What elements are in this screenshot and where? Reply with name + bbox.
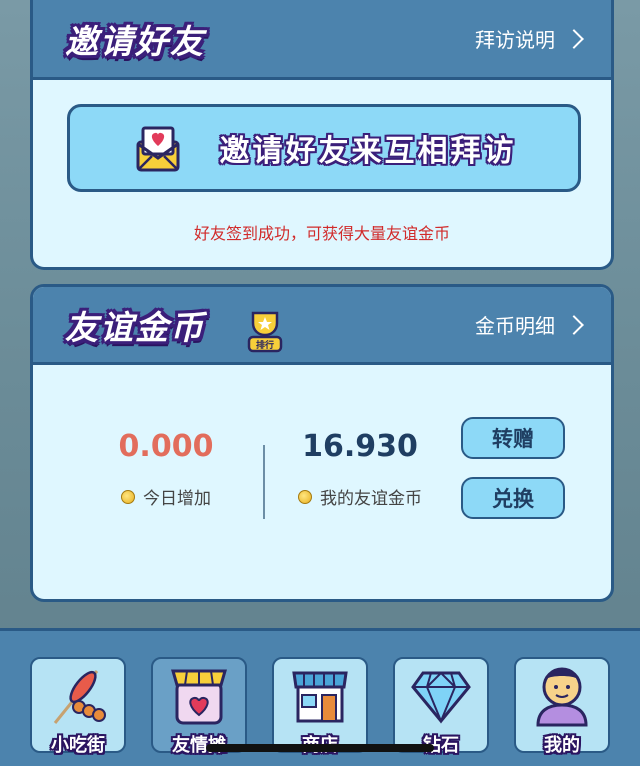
friendship-stall-icon xyxy=(171,669,227,725)
invite-card-header: 邀请好友 拜访说明 xyxy=(33,0,611,80)
food-skewer-icon xyxy=(53,670,106,724)
exchange-button[interactable]: 兑换 xyxy=(461,477,565,519)
stat-divider xyxy=(263,445,265,519)
nav-item-diamond[interactable]: 钻石 xyxy=(393,657,489,756)
home-indicator[interactable] xyxy=(206,744,434,752)
invite-friends-button[interactable]: 邀请好友来互相拜访 xyxy=(67,104,581,192)
my-coins-label: 我的友谊金币 xyxy=(320,489,422,509)
diamond-icon xyxy=(411,671,471,724)
my-coins-label-row: 我的友谊金币 xyxy=(285,484,435,509)
nav-item-friendship-stall[interactable]: 友情摊 xyxy=(151,657,247,756)
envelope-heart-icon xyxy=(136,126,179,172)
ranking-badge-label: 排行 xyxy=(256,339,274,351)
my-coins-value: 16.930 xyxy=(302,429,418,464)
ranking-trophy-icon[interactable]: 排行 xyxy=(245,309,285,353)
coins-card-title: 友谊金币 xyxy=(65,307,205,347)
invite-card: 邀请好友 拜访说明 邀请好友来互相拜访 好友签到成功，可获得大量友谊金币 xyxy=(30,0,614,270)
avatar-icon xyxy=(536,667,588,727)
nav-label-me: 我的 xyxy=(544,735,580,756)
my-coins-stat: 16.930 我的友谊金币 xyxy=(285,429,435,509)
today-increase-label: 今日增加 xyxy=(143,489,211,509)
coin-details-label: 金币明细 xyxy=(475,314,555,338)
visit-instructions-link[interactable]: 拜访说明 xyxy=(475,24,584,53)
coin-icon xyxy=(121,489,135,504)
transfer-button[interactable]: 转赠 xyxy=(461,417,565,459)
friendship-coins-card: 友谊金币 金币明细 排行 0.000 今日增加 16.930 我的友谊金币 转赠… xyxy=(30,284,614,602)
today-increase-value: 0.000 xyxy=(118,429,214,464)
nav-item-me[interactable]: 我的 xyxy=(514,657,610,756)
nav-label-snack-street: 小吃街 xyxy=(51,735,105,756)
nav-item-shop[interactable]: 商店 xyxy=(272,657,368,756)
invite-button-label: 邀请好友来互相拜访 xyxy=(219,134,517,169)
chevron-right-icon xyxy=(564,314,584,335)
coin-details-link[interactable]: 金币明细 xyxy=(475,310,584,339)
coins-card-header: 友谊金币 金币明细 xyxy=(33,287,611,365)
nav-item-snack-street[interactable]: 小吃街 xyxy=(30,657,126,756)
invite-reward-note: 好友签到成功，可获得大量友谊金币 xyxy=(193,224,450,243)
shop-icon xyxy=(292,671,348,723)
invite-card-title: 邀请好友 xyxy=(65,21,205,61)
chevron-right-icon xyxy=(564,28,584,49)
today-increase-label-row: 今日增加 xyxy=(101,484,231,509)
visit-instructions-label: 拜访说明 xyxy=(475,28,555,52)
coin-icon xyxy=(298,489,312,504)
today-increase-stat: 0.000 今日增加 xyxy=(101,429,231,509)
